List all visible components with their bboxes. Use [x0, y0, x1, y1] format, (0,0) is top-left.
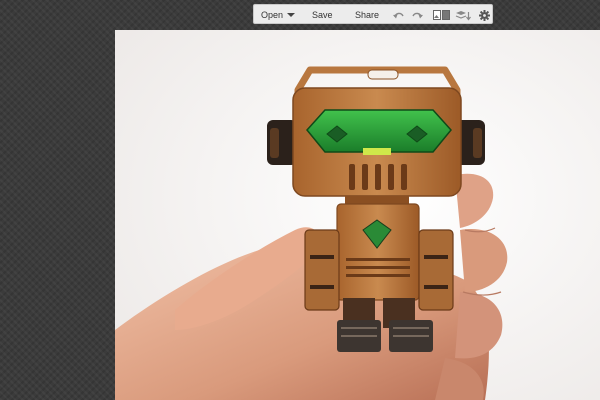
compare-icon[interactable] — [432, 8, 450, 22]
undo-icon[interactable] — [391, 8, 405, 22]
open-button[interactable]: Open — [261, 5, 283, 25]
share-button[interactable]: Share — [355, 5, 379, 25]
chevron-down-icon[interactable] — [286, 8, 296, 22]
layers-icon[interactable] — [455, 8, 471, 22]
photo-canvas[interactable] — [115, 30, 600, 400]
redo-icon[interactable] — [410, 8, 424, 22]
top-toolbar: Open Save Share — [253, 4, 493, 24]
gear-icon[interactable] — [478, 8, 491, 22]
save-button[interactable]: Save — [312, 5, 333, 25]
robot-photo — [115, 30, 600, 400]
